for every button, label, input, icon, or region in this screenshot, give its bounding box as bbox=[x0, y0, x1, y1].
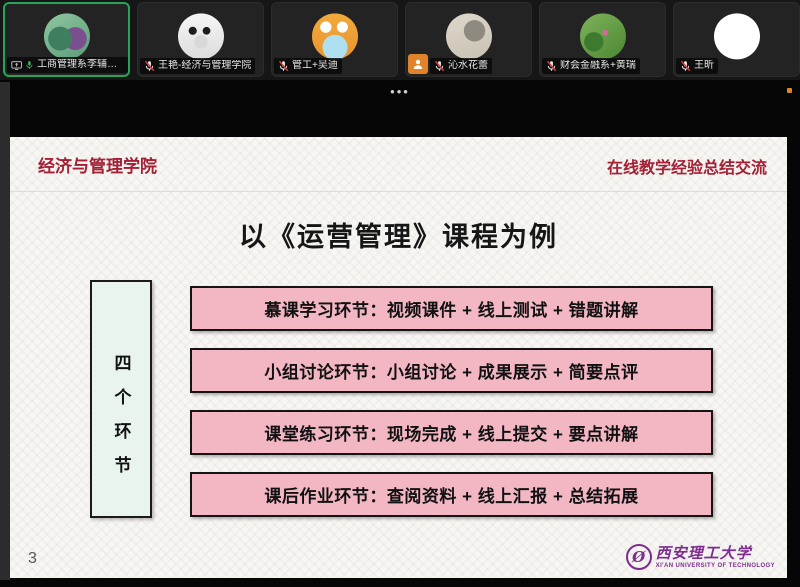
page-number: 3 bbox=[28, 550, 37, 568]
avatar bbox=[312, 13, 358, 59]
avatar bbox=[580, 13, 626, 59]
side-label-box: 四个环节 bbox=[90, 280, 152, 518]
profile-badge-icon bbox=[408, 54, 428, 74]
header-divider bbox=[10, 191, 787, 192]
slide-header-left: 经济与管理学院 bbox=[38, 152, 157, 177]
participant-name: 王艳-经济与管理学院 bbox=[158, 60, 251, 72]
shared-screen-region: ••• 经济与管理学院 在线教学经验总结交流 以《运营管理》课程为例 四个环节 … bbox=[0, 80, 800, 587]
participant-name: 沁水花蕾 bbox=[448, 60, 488, 72]
participant-tile[interactable]: 沁水花蕾 bbox=[405, 2, 532, 77]
mic-muted-icon bbox=[144, 60, 155, 72]
stage-box-practice: 课堂练习环节：现场完成 + 线上提交 + 要点讲解 bbox=[190, 410, 713, 455]
participant-tile[interactable]: 财会金融系+黄瑞 bbox=[539, 2, 666, 77]
presentation-slide: 经济与管理学院 在线教学经验总结交流 以《运营管理》课程为例 四个环节 慕课学习… bbox=[10, 137, 787, 578]
slide-header-right: 在线教学经验总结交流 bbox=[607, 154, 767, 178]
mic-muted-icon bbox=[680, 60, 691, 72]
more-options-indicator[interactable]: ••• bbox=[0, 84, 800, 99]
avatar bbox=[446, 13, 492, 59]
mic-muted-icon bbox=[278, 60, 289, 72]
avatar bbox=[178, 13, 224, 59]
stage-box-homework: 课后作业环节：查阅资料 + 线上汇报 + 总结拓展 bbox=[190, 472, 713, 517]
notification-dot bbox=[787, 88, 792, 93]
screen-share-icon bbox=[11, 60, 22, 71]
stage-box-discussion: 小组讨论环节：小组讨论 + 成果展示 + 简要点评 bbox=[190, 348, 713, 393]
participant-nametag: 管工+吴迪 bbox=[274, 58, 342, 74]
window-edge bbox=[0, 82, 10, 580]
participant-name: 工商管理系李辅奋的屏... bbox=[37, 59, 124, 71]
participant-name: 财会金融系+黄瑞 bbox=[560, 60, 636, 72]
participant-name: 管工+吴迪 bbox=[292, 60, 338, 72]
side-label: 四个环节 bbox=[109, 354, 134, 490]
university-name-en: XI'AN UNIVERSITY OF TECHNOLOGY bbox=[656, 563, 775, 569]
participant-nametag: 财会金融系+黄瑞 bbox=[542, 58, 640, 74]
mic-muted-icon bbox=[546, 60, 557, 72]
avatar bbox=[714, 13, 760, 59]
slide-title: 以《运营管理》课程为例 bbox=[10, 215, 787, 254]
participant-nametag: 沁水花蕾 bbox=[430, 58, 492, 74]
participant-nametag: 王昕 bbox=[676, 58, 718, 74]
avatar bbox=[44, 13, 90, 59]
university-logo: Ø 西安理工大学 XI'AN UNIVERSITY OF TECHNOLOGY bbox=[626, 544, 775, 570]
participant-strip: 工商管理系李辅奋的屏... 王艳-经济与管理学院 bbox=[0, 0, 800, 80]
university-emblem-icon: Ø bbox=[626, 544, 652, 570]
participant-tile[interactable]: 管工+吴迪 bbox=[271, 2, 398, 77]
participant-nametag: 工商管理系李辅奋的屏... bbox=[7, 57, 128, 73]
participant-tile[interactable]: 王艳-经济与管理学院 bbox=[137, 2, 264, 77]
participant-tile[interactable]: 王昕 bbox=[673, 2, 800, 77]
mic-on-icon bbox=[25, 59, 34, 71]
mic-muted-icon bbox=[434, 60, 445, 72]
stage-box-mooc: 慕课学习环节：视频课件 + 线上测试 + 错题讲解 bbox=[190, 286, 713, 331]
participant-nametag: 王艳-经济与管理学院 bbox=[140, 58, 255, 74]
participant-name: 王昕 bbox=[694, 60, 714, 72]
university-name-cn: 西安理工大学 bbox=[656, 546, 775, 561]
participant-tile[interactable]: 工商管理系李辅奋的屏... bbox=[3, 2, 130, 77]
